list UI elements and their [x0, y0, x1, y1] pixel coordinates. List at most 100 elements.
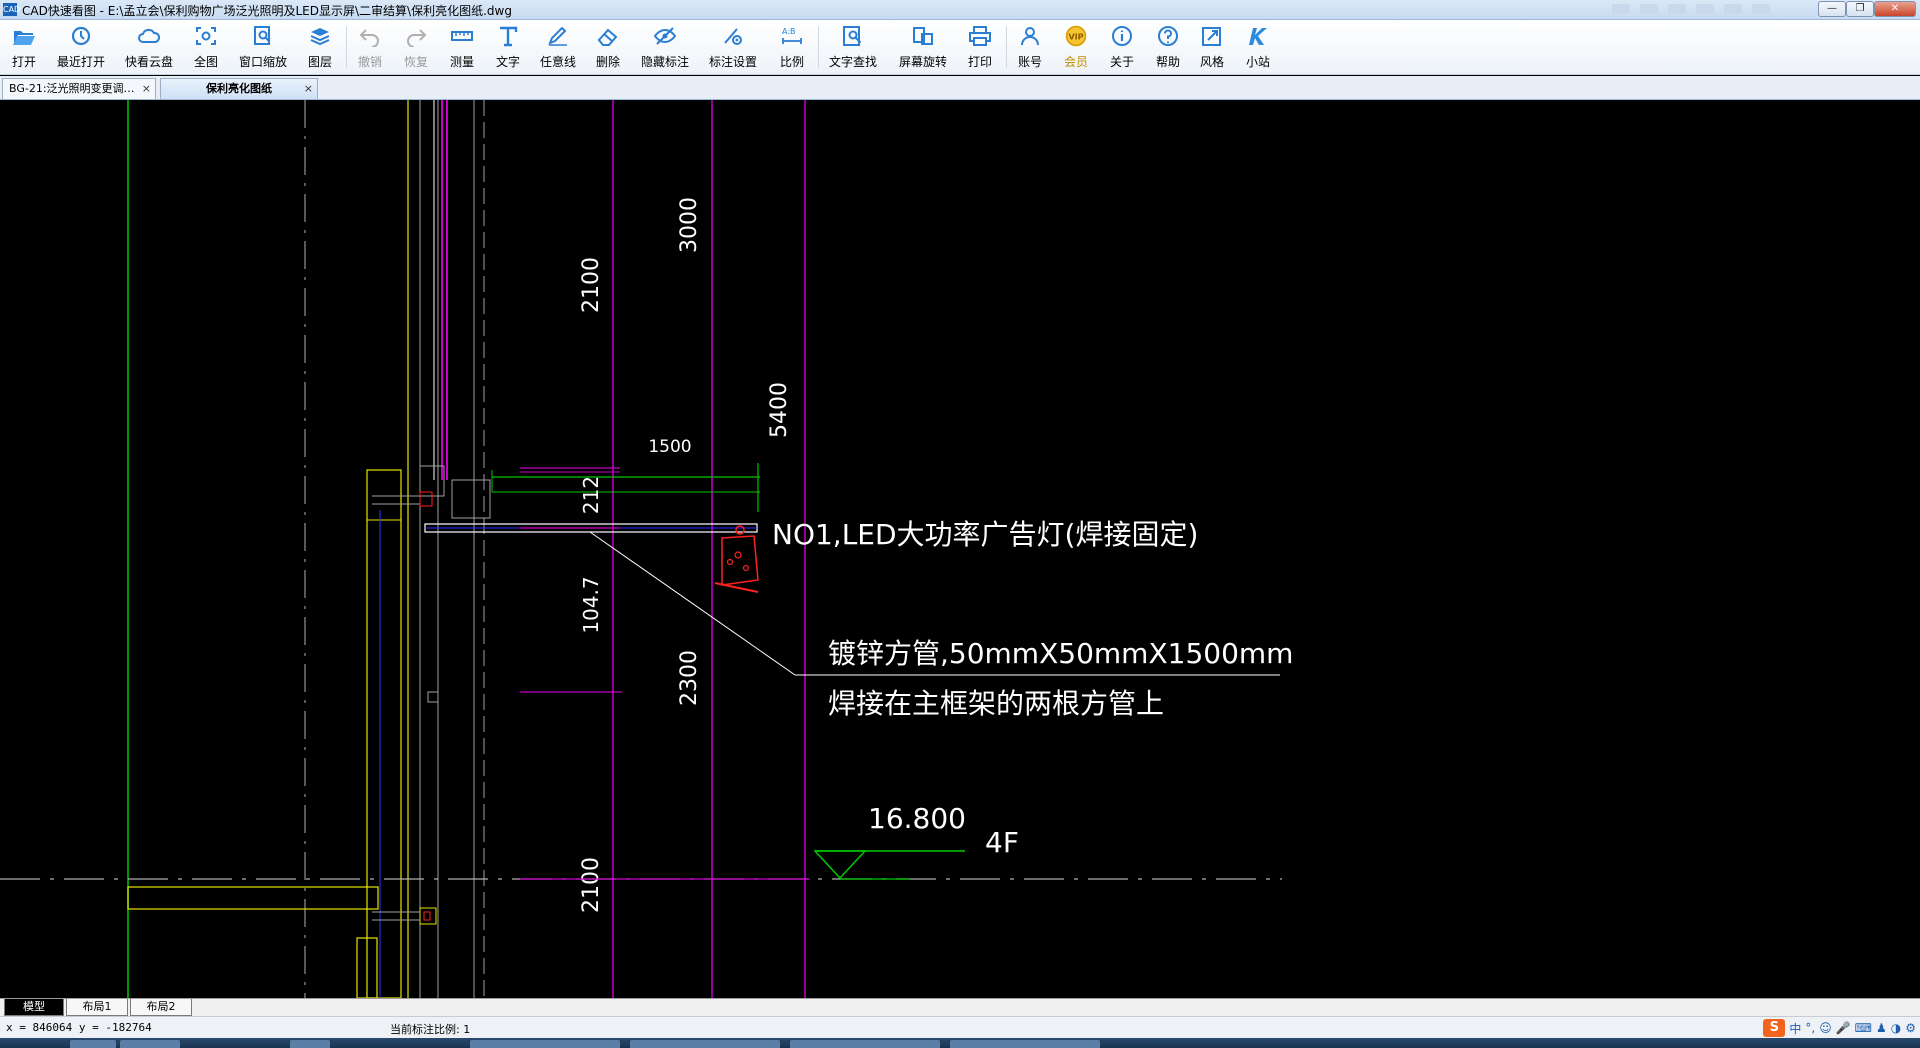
measure-button[interactable]: 测量: [446, 23, 478, 71]
svg-text:A:B: A:B: [782, 27, 796, 36]
minimize-button[interactable]: —: [1818, 1, 1846, 17]
layers-button[interactable]: 图层: [304, 23, 336, 71]
microphone-icon[interactable]: 🎤: [1836, 1021, 1851, 1035]
taskbar-item[interactable]: [950, 1040, 1100, 1048]
help-label: 帮助: [1155, 55, 1180, 69]
taskbar-item[interactable]: [70, 1040, 116, 1048]
recent-label: 最近打开: [56, 55, 105, 69]
dim-212-text: 212: [579, 476, 603, 514]
main-toolbar: 打开 最近打开 快看云盘 全图 窗口缩放 图层 撤销 恢复 测量 文字 任意线: [0, 20, 1920, 75]
open-label: 打开: [11, 55, 36, 69]
close-window-button[interactable]: ✕: [1874, 1, 1916, 17]
svg-text:VIP: VIP: [1068, 33, 1083, 42]
skin-icon[interactable]: ◑: [1891, 1021, 1901, 1035]
tab-label: 保利亮化图纸: [206, 82, 272, 95]
tab-close-icon[interactable]: ×: [142, 79, 151, 98]
dimension-settings-icon: [724, 28, 742, 45]
ime-toolbar[interactable]: S 中 °, ☺ 🎤 ⌨ ♟ ◑ ⚙: [1763, 1018, 1916, 1038]
hide-dimensions-button[interactable]: 隐藏标注: [638, 23, 692, 71]
emoji-icon[interactable]: ☺: [1819, 1021, 1832, 1035]
blurred-menu-item: [1612, 4, 1630, 14]
text-search-label: 文字查找: [828, 55, 877, 69]
floor-label-text: 4F: [985, 826, 1019, 859]
print-button[interactable]: 打印: [964, 23, 996, 71]
about-label: 关于: [1109, 55, 1134, 69]
rotate-screen-icon: [913, 27, 933, 45]
pipe-annotation-line1: 镀锌方管,50mmX50mmX1500mm: [828, 637, 1293, 670]
tab-model[interactable]: 模型: [4, 999, 64, 1016]
delete-button[interactable]: 删除: [592, 23, 624, 71]
drawing-canvas[interactable]: 1500 3000 2100 5400 212 104.7 2300 2100 …: [0, 100, 1920, 998]
station-label: 小站: [1245, 55, 1270, 69]
dim-1500-text: 1500: [648, 437, 691, 457]
fit-all-icon: [196, 27, 216, 45]
scale-icon: A:B: [782, 27, 802, 44]
undo-button[interactable]: 撤销: [354, 23, 386, 71]
taskbar-item[interactable]: [470, 1040, 620, 1048]
dim-2300-text: 2300: [677, 650, 702, 706]
tab-layout2[interactable]: 布局2: [130, 999, 192, 1016]
info-icon: [1112, 26, 1132, 46]
blurred-menu-item: [1640, 4, 1658, 14]
redo-button[interactable]: 恢复: [400, 23, 432, 71]
maximize-button[interactable]: ❐: [1846, 1, 1874, 17]
hide-dimensions-label: 隐藏标注: [640, 55, 689, 69]
column-frame: [366, 469, 402, 998]
toolbar-separator: [818, 26, 819, 68]
about-button[interactable]: 关于: [1106, 23, 1138, 71]
text-button[interactable]: 文字: [492, 23, 524, 71]
keyboard-icon[interactable]: ⌨: [1855, 1021, 1872, 1035]
undo-icon: [359, 29, 379, 47]
cloud-icon: [138, 28, 161, 43]
dim-2100-bottom-text: 2100: [579, 857, 604, 913]
undo-label: 撤销: [357, 55, 382, 69]
hide-eye-icon: [653, 27, 677, 45]
tab-layout1[interactable]: 布局1: [66, 999, 128, 1016]
scale-label: 比例: [779, 55, 804, 69]
vip-member-label: 会员: [1063, 55, 1088, 69]
scale-button[interactable]: A:B 比例: [776, 23, 808, 71]
rotate-screen-label: 屏幕旋转: [898, 55, 947, 69]
tab-bg21-file[interactable]: BG-21:泛光照明变更调… ×: [2, 78, 156, 99]
text-search-button[interactable]: 文字查找: [826, 23, 880, 71]
help-icon: [1158, 26, 1178, 46]
title-bar: CAD CAD快速看图 - E:\孟立会\保利购物广场泛光照明及LED显示屏\二…: [0, 0, 1920, 20]
style-button[interactable]: 风格: [1196, 23, 1228, 71]
open-button[interactable]: 打开: [8, 23, 40, 71]
led-lamp-symbol: [714, 525, 759, 593]
cloud-drive-button[interactable]: 快看云盘: [122, 23, 176, 71]
freehand-line-button[interactable]: 任意线: [538, 23, 578, 71]
tab-close-icon[interactable]: ×: [304, 79, 313, 98]
vip-member-button[interactable]: VIP 会员: [1060, 23, 1092, 71]
ime-punctuation[interactable]: °,: [1805, 1021, 1815, 1035]
cursor-coordinates: x = 846064 y = -182764: [6, 1021, 152, 1034]
cad-drawing[interactable]: 1500 3000 2100 5400 212 104.7 2300 2100 …: [0, 100, 1920, 998]
taskbar-item[interactable]: [630, 1040, 780, 1048]
fit-all-button[interactable]: 全图: [190, 23, 222, 71]
toolbar-separator: [1006, 26, 1007, 68]
delete-label: 删除: [595, 55, 620, 69]
blurred-menu-item: [1696, 4, 1714, 14]
sogou-logo-icon[interactable]: S: [1763, 1019, 1786, 1037]
help-button[interactable]: 帮助: [1152, 23, 1184, 71]
settings-icon[interactable]: ⚙: [1905, 1021, 1916, 1035]
recent-button[interactable]: 最近打开: [54, 23, 108, 71]
window-zoom-button[interactable]: 窗口缩放: [236, 23, 290, 71]
taskbar-item[interactable]: [790, 1040, 940, 1048]
user-ime-icon[interactable]: ♟: [1876, 1021, 1887, 1035]
account-button[interactable]: 账号: [1014, 23, 1046, 71]
ime-mode[interactable]: 中: [1789, 1020, 1801, 1037]
pen-icon: [548, 26, 567, 46]
account-label: 账号: [1017, 55, 1042, 69]
detail-box: [427, 691, 439, 703]
dim-5400-text: 5400: [767, 382, 792, 438]
station-button[interactable]: 小站: [1242, 23, 1274, 71]
dim-3000-text: 3000: [677, 197, 702, 253]
app-logo-icon: CAD: [3, 3, 21, 16]
taskbar-item[interactable]: [290, 1040, 330, 1048]
dimension-settings-button[interactable]: 标注设置: [706, 23, 760, 71]
rotate-screen-button[interactable]: 屏幕旋转: [896, 23, 950, 71]
recent-icon: [71, 26, 91, 46]
tab-poly-lighting-drawing[interactable]: 保利亮化图纸 ×: [160, 78, 318, 99]
taskbar-item[interactable]: [120, 1040, 180, 1048]
